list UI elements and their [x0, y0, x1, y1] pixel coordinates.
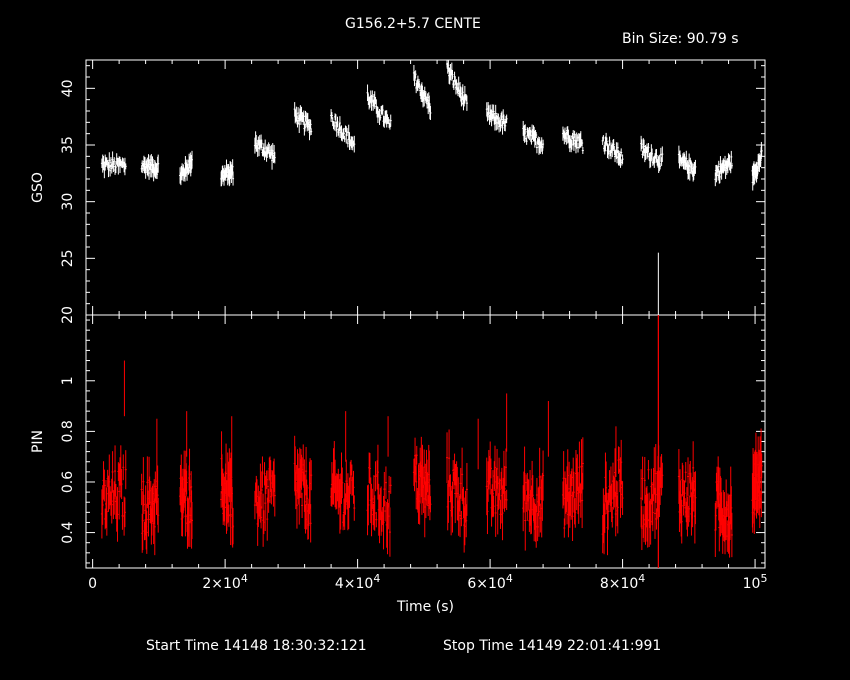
- start-time-label: Start Time 14148 18:30:32:121: [146, 638, 367, 654]
- chart-title: G156.2+5.7 CENTE: [345, 16, 481, 32]
- data-segment: [253, 131, 276, 170]
- x-tick-label: 105: [743, 572, 768, 592]
- data-segment: [446, 429, 468, 553]
- x-tick-label: 4×104: [335, 572, 380, 592]
- x-tick-exponent: 5: [760, 572, 767, 585]
- data-segment: [253, 456, 276, 547]
- x-tick-exponent: 4: [373, 572, 380, 585]
- data-segment: [561, 437, 584, 541]
- bin-size-label: Bin Size: 90.79 s: [622, 31, 739, 47]
- x-tick-base: 6×10: [467, 576, 505, 592]
- data-segment: [714, 150, 733, 187]
- y-axis-label: GSO: [30, 172, 46, 203]
- data-segment: [412, 64, 432, 120]
- y-tick-label: 1: [60, 376, 76, 385]
- data-segment: [366, 444, 392, 557]
- data-segment: [330, 441, 356, 534]
- data-segment: [140, 154, 160, 182]
- y-tick-label: 20: [60, 306, 76, 324]
- data-segment: [179, 448, 193, 549]
- data-segment: [640, 444, 664, 551]
- y-tick-label: 25: [60, 249, 76, 267]
- x-tick-exponent: 4: [241, 572, 248, 585]
- y-tick-label: 0.6: [60, 471, 76, 493]
- data-segment: [677, 441, 697, 544]
- y-tick-label: 35: [60, 136, 76, 154]
- data-segment: [293, 435, 313, 543]
- bottom-series: [100, 315, 763, 568]
- data-segment: [293, 102, 313, 141]
- data-segment: [412, 436, 432, 538]
- y-axis-label: PIN: [30, 430, 46, 453]
- data-segment: [522, 120, 545, 155]
- x-tick-base: 0: [88, 576, 97, 592]
- x-tick-base: 10: [743, 576, 761, 592]
- x-axis-label: Time (s): [396, 599, 454, 615]
- data-segment: [751, 141, 763, 191]
- x-tick-label: 8×104: [600, 572, 645, 592]
- x-tick-label: 6×104: [467, 572, 512, 592]
- top-panel: 20 25 30 35 40 GSO: [30, 59, 766, 324]
- data-segment: [522, 446, 545, 551]
- data-segment: [179, 150, 193, 186]
- bottom-panel: 0.40.60.81PIN0 2×104 4×104 6×104 8×104 105Tim…: [30, 314, 768, 615]
- x-tick-label: 0: [88, 576, 97, 592]
- data-segment: [751, 428, 763, 534]
- data-segment: [485, 101, 508, 135]
- y-tick-label: 30: [60, 193, 76, 211]
- data-segment: [714, 456, 733, 558]
- data-segment: [100, 151, 127, 179]
- x-tick-label: 2×104: [202, 572, 247, 592]
- data-segment: [330, 109, 356, 153]
- data-segment: [366, 84, 392, 130]
- y-tick-label: 0.8: [60, 420, 76, 442]
- x-tick-base: 8×10: [600, 576, 638, 592]
- y-tick-label: 0.4: [60, 521, 76, 543]
- x-tick-exponent: 4: [506, 572, 513, 585]
- x-tick-exponent: 4: [638, 572, 645, 585]
- stop-time-label: Stop Time 14149 22:01:41:991: [443, 638, 662, 654]
- data-segment: [640, 135, 664, 174]
- data-segment: [485, 441, 508, 541]
- data-segment: [601, 132, 624, 168]
- y-tick-label: 40: [60, 79, 76, 97]
- data-segment: [561, 126, 584, 154]
- top-series: [100, 60, 763, 315]
- data-segment: [601, 439, 624, 556]
- data-segment: [100, 445, 127, 542]
- light-curve-plot: 2025303540GSO0.40.60.81PIN0 2×104 4×104 6×1…: [30, 59, 768, 615]
- x-tick-base: 2×10: [202, 576, 240, 592]
- data-segment: [220, 159, 235, 187]
- x-tick-base: 4×10: [335, 576, 373, 592]
- data-segment: [446, 60, 468, 111]
- data-segment: [677, 145, 697, 182]
